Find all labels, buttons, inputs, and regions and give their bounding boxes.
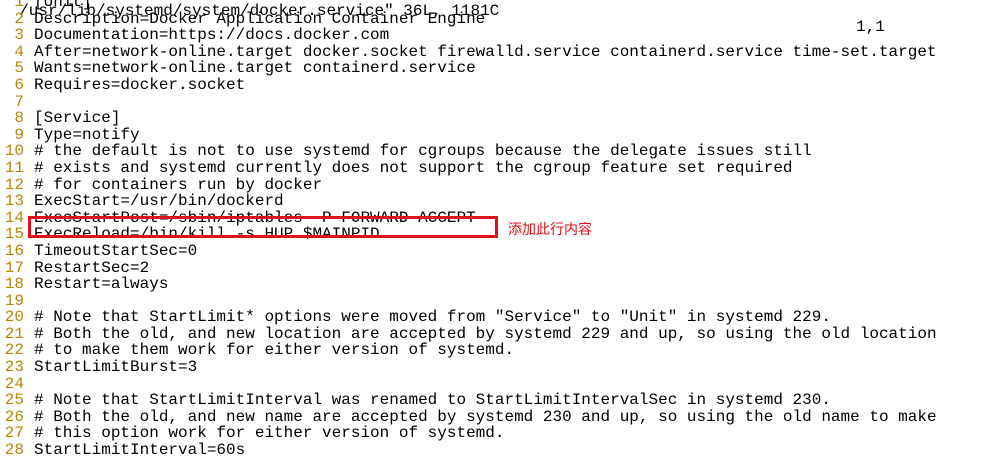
line-number: 4: [14, 42, 24, 61]
editor-line[interactable]: 5 Wants=network-online.target containerd.…: [0, 60, 982, 77]
line-text[interactable]: RestartSec=2: [24, 259, 149, 277]
line-number: 22: [4, 341, 24, 360]
editor-line[interactable]: 2 Description=Docker Application Containe…: [0, 9, 982, 28]
line-number: 15: [4, 225, 24, 244]
editor-line[interactable]: 8 [Service]: [0, 110, 982, 127]
line-text[interactable]: # for containers run by docker: [24, 176, 322, 194]
editor-line[interactable]: 25 # Note that StartLimitInterval was ren…: [0, 392, 982, 409]
line-number: 12: [4, 175, 24, 194]
editor-line[interactable]: 4 After=network-online.target docker.sock…: [0, 44, 982, 61]
editor-line[interactable]: 12 # for containers run by docker: [0, 175, 982, 194]
line-number: 9: [14, 125, 24, 144]
editor-line[interactable]: 28 StartLimitInterval=60s: [0, 442, 982, 459]
line-number: 5: [14, 59, 24, 78]
line-text[interactable]: TimeoutStartSec=0: [24, 243, 197, 260]
editor-line[interactable]: 19: [0, 293, 982, 310]
line-text[interactable]: StartLimitBurst=3: [24, 359, 197, 376]
line-number: 19: [4, 291, 24, 310]
line-number: 23: [4, 358, 24, 377]
line-number: 13: [4, 192, 24, 211]
line-text[interactable]: Documentation=https://docs.docker.com: [24, 27, 389, 44]
editor-line[interactable]: 23 StartLimitBurst=3: [0, 359, 982, 376]
editor-line[interactable]: 3 Documentation=https://docs.docker.com: [0, 27, 982, 44]
editor-line[interactable]: 22 # to make them work for either version…: [0, 342, 982, 359]
editor-line[interactable]: 21 # Both the old, and new location are a…: [0, 326, 982, 343]
editor-line[interactable]: 20 # Note that StartLimit* options were m…: [0, 309, 982, 326]
line-text[interactable]: ExecStart=/usr/bin/dockerd: [24, 193, 284, 210]
line-number: 20: [4, 308, 24, 327]
editor-line[interactable]: 16 TimeoutStartSec=0: [0, 243, 982, 260]
line-text[interactable]: Type=notify: [24, 127, 140, 144]
line-text[interactable]: [Unit]: [24, 0, 92, 11]
line-number: 16: [4, 241, 24, 260]
line-text[interactable]: ExecReload=/bin/kill -s HUP $MAINPID: [24, 226, 380, 243]
editor-line[interactable]: 18 Restart=always: [0, 276, 982, 293]
line-text[interactable]: [24, 94, 34, 111]
editor-line[interactable]: 1 [Unit]: [0, 0, 982, 11]
editor-line[interactable]: 15 ExecReload=/bin/kill -s HUP $MAINPID: [0, 226, 982, 243]
line-number: 11: [4, 158, 24, 177]
line-text[interactable]: [24, 376, 34, 393]
line-number: 14: [4, 208, 24, 227]
line-text[interactable]: ExecStartPost=/sbin/iptables -P FORWARD …: [24, 210, 476, 227]
editor-line[interactable]: 17 RestartSec=2: [0, 258, 982, 277]
editor-line[interactable]: 6 Requires=docker.socket: [0, 77, 982, 94]
line-number: 25: [4, 391, 24, 410]
line-text[interactable]: # this option work for either version of…: [24, 425, 504, 442]
editor-line[interactable]: 26 # Both the old, and new name are accep…: [0, 409, 982, 426]
line-number: 7: [14, 92, 24, 111]
line-number: 28: [4, 441, 24, 460]
line-text[interactable]: # Both the old, and new name are accepte…: [24, 409, 937, 426]
line-number: 10: [4, 142, 24, 161]
editor-line[interactable]: 13 ExecStart=/usr/bin/dockerd: [0, 193, 982, 210]
line-number: 21: [4, 324, 24, 343]
line-number: 2: [14, 9, 24, 28]
line-number: 6: [14, 75, 24, 94]
line-text[interactable]: # Note that StartLimit* options were mov…: [24, 309, 831, 326]
line-text[interactable]: [Service]: [24, 110, 120, 127]
line-text[interactable]: Description=Docker Application Container…: [24, 10, 485, 28]
editor-line[interactable]: 14 ExecStartPost=/sbin/iptables -P FORWAR…: [0, 210, 982, 227]
line-number: 1: [14, 0, 24, 11]
line-number: 18: [4, 275, 24, 294]
annotation-label: 添加此行内容: [508, 222, 592, 238]
line-number: 3: [14, 26, 24, 45]
line-text[interactable]: # Both the old, and new location are acc…: [24, 326, 937, 343]
line-number: 27: [4, 424, 24, 443]
line-text[interactable]: # the default is not to use systemd for …: [24, 143, 812, 160]
editor-line[interactable]: 7: [0, 92, 982, 111]
line-text[interactable]: After=network-online.target docker.socke…: [24, 44, 937, 61]
line-text[interactable]: Restart=always: [24, 276, 168, 293]
line-text[interactable]: # Note that StartLimitInterval was renam…: [24, 392, 831, 409]
line-text[interactable]: StartLimitInterval=60s: [24, 442, 245, 459]
line-text[interactable]: # to make them work for either version o…: [24, 342, 514, 359]
line-number: 8: [14, 109, 24, 128]
editor-line[interactable]: 10 # the default is not to use systemd fo…: [0, 143, 982, 160]
line-number: 26: [4, 407, 24, 426]
editor-line[interactable]: 27 # this option work for either version …: [0, 425, 982, 442]
editor-line[interactable]: 9 Type=notify: [0, 127, 982, 144]
line-text[interactable]: Wants=network-online.target containerd.s…: [24, 60, 476, 77]
line-text[interactable]: [24, 293, 34, 310]
line-text[interactable]: # exists and systemd currently does not …: [24, 160, 793, 177]
editor-line[interactable]: 11 # exists and systemd currently does no…: [0, 160, 982, 177]
line-text[interactable]: Requires=docker.socket: [24, 77, 245, 94]
line-number: 24: [4, 374, 24, 393]
line-number: 17: [4, 258, 24, 277]
text-editor[interactable]: 1 [Unit] 2 Description=Docker Application C…: [0, 0, 982, 459]
editor-line[interactable]: 24: [0, 376, 982, 393]
